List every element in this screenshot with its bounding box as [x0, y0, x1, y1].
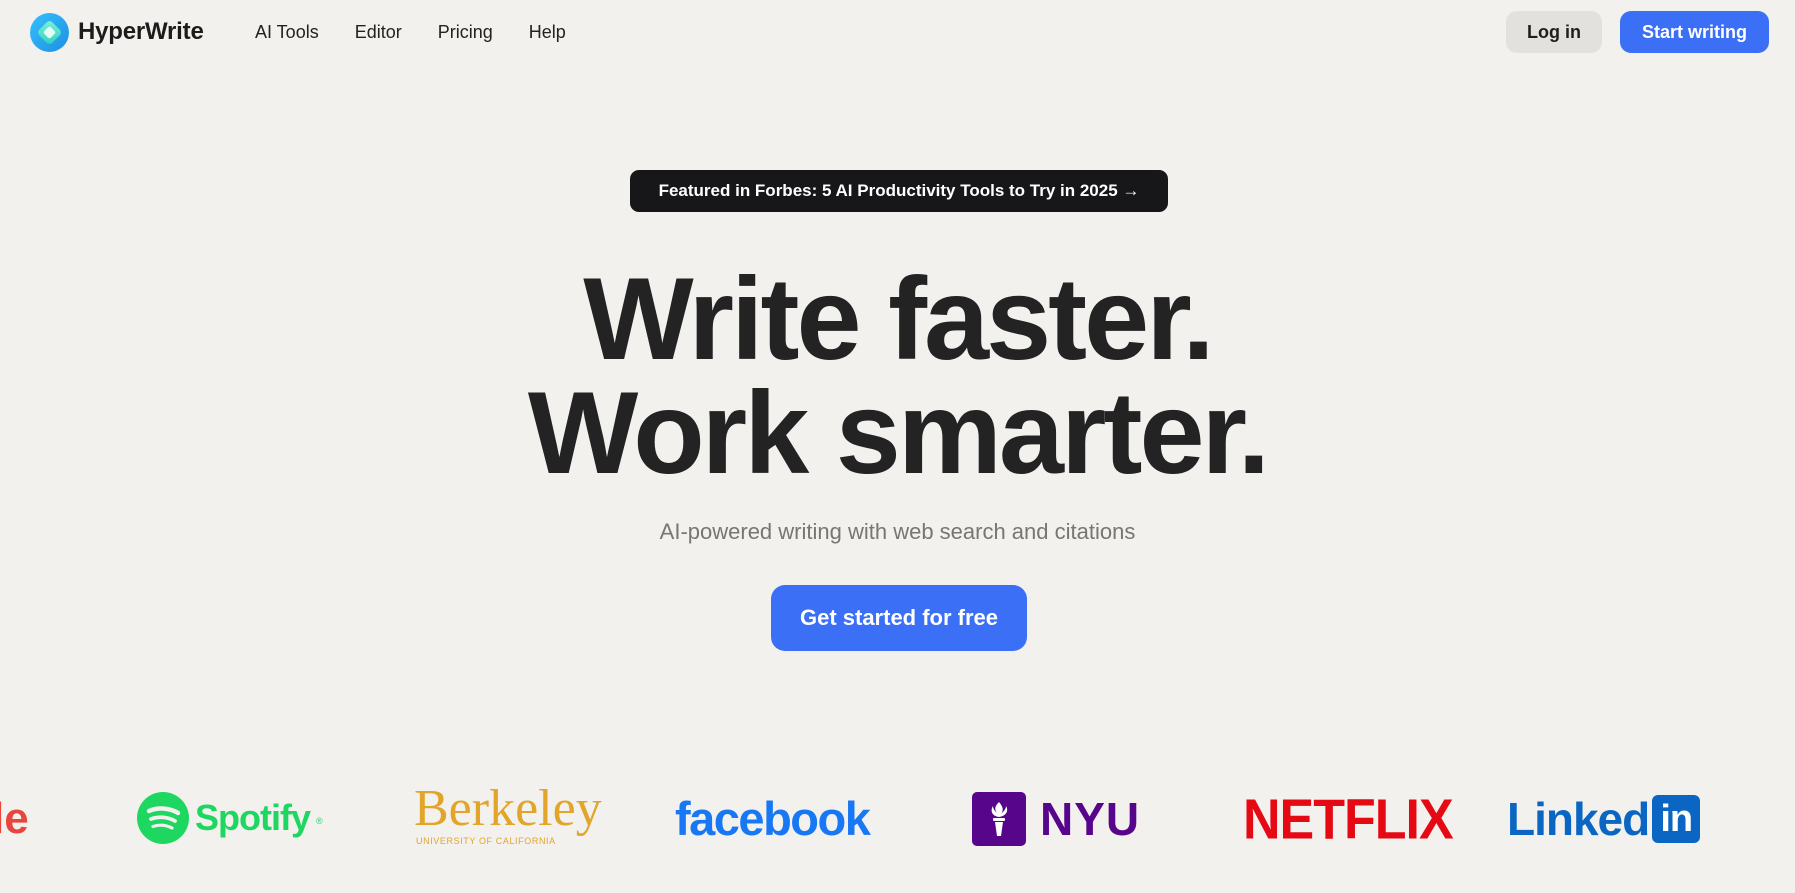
- forbes-feature-badge[interactable]: Featured in Forbes: 5 AI Productivity To…: [630, 170, 1168, 212]
- berkeley-wordmark: Berkeley: [414, 780, 602, 837]
- hyperwrite-logo-icon: [30, 12, 69, 52]
- hero-headline: Write faster. Work smarter.: [0, 253, 1795, 498]
- brand-home-link[interactable]: HyperWrite: [29, 12, 204, 52]
- berkeley-subtitle: UNIVERSITY OF CALIFORNIA: [416, 836, 556, 846]
- get-started-button[interactable]: Get started for free: [771, 585, 1027, 651]
- nav-link-help[interactable]: Help: [529, 22, 566, 43]
- linkedin-logo: Linked in: [1507, 792, 1701, 846]
- facebook-logo: facebook: [675, 792, 871, 845]
- nav-link-editor[interactable]: Editor: [355, 22, 402, 43]
- spotify-wordmark: Spotify: [195, 797, 311, 838]
- brand-name: HyperWrite: [78, 18, 204, 45]
- nav-link-pricing[interactable]: Pricing: [438, 22, 493, 43]
- login-button[interactable]: Log in: [1506, 11, 1602, 53]
- spotify-icon: [137, 792, 189, 844]
- spotify-registered-mark: ®: [316, 816, 323, 826]
- customer-logo-strip: le Spotify ® Berkeley UNIVERSITY OF CALI…: [0, 780, 1795, 860]
- partial-logo: le: [0, 794, 29, 843]
- nyu-wordmark: NYU: [1040, 793, 1141, 845]
- linkedin-in-icon: in: [1652, 795, 1701, 843]
- nav-links: AI Tools Editor Pricing Help: [255, 19, 566, 45]
- nyu-logo: NYU: [972, 792, 1140, 846]
- top-navbar: HyperWrite AI Tools Editor Pricing Help …: [0, 0, 1795, 64]
- headline-line-1: Write faster.: [583, 253, 1215, 384]
- torch-icon: [991, 802, 1008, 836]
- berkeley-logo: Berkeley UNIVERSITY OF CALIFORNIA: [414, 780, 602, 847]
- nav-link-ai-tools[interactable]: AI Tools: [255, 22, 319, 43]
- linkedin-wordmark: Linked: [1507, 793, 1650, 845]
- nyu-torch-icon: [972, 792, 1026, 846]
- start-writing-button[interactable]: Start writing: [1620, 11, 1769, 53]
- spotify-logo: Spotify ®: [137, 792, 323, 844]
- headline-line-2: Work smarter.: [527, 367, 1270, 498]
- netflix-logo: NETFLIX: [1243, 788, 1454, 852]
- hero-subtitle: AI-powered writing with web search and c…: [659, 519, 1136, 544]
